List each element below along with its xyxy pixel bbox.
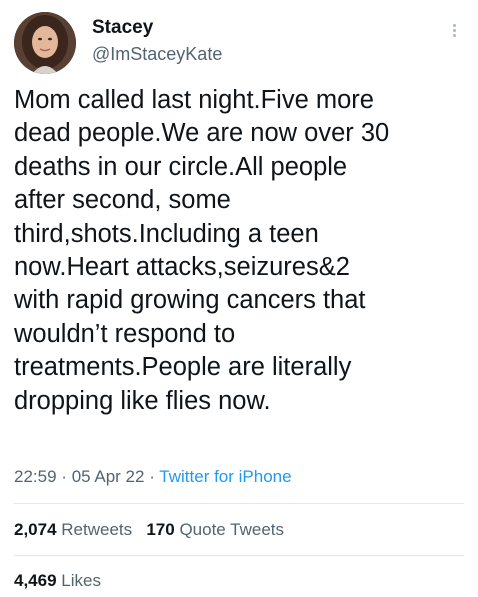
more-options-icon[interactable] (444, 22, 464, 42)
tweet-text: Mom called last night.Five more dead peo… (14, 84, 464, 418)
tweet-text-line: with rapid growing cancers that (14, 286, 366, 315)
tweet-date[interactable]: 05 Apr 22 (72, 467, 145, 486)
separator-dot: · (61, 467, 67, 486)
divider (14, 503, 464, 504)
tweet-meta: 22:59 · 05 Apr 22 · Twitter for iPhone (14, 466, 292, 488)
author-handle[interactable]: @ImStaceyKate (92, 42, 222, 66)
tweet-text-line: deaths in our circle.All people (14, 152, 348, 181)
divider (14, 555, 464, 556)
tweet-source-link[interactable]: Twitter for iPhone (159, 467, 291, 486)
quote-tweets-count: 170 (146, 520, 175, 539)
tweet-text-line: after second, some (14, 186, 231, 215)
separator-dot: · (149, 467, 155, 486)
quote-tweets-link[interactable]: 170 Quote Tweets (146, 520, 284, 539)
likes-link[interactable]: 4,469 Likes (14, 571, 101, 590)
retweet-stats: 2,074 Retweets 170 Quote Tweets (14, 519, 284, 541)
tweet-header: Stacey @ImStaceyKate (14, 12, 464, 76)
tweet-text-line: Mom called last night.Five more (14, 86, 374, 114)
tweet-time[interactable]: 22:59 (14, 467, 57, 486)
tweet-text-line: third,shots.Including a teen (14, 219, 319, 248)
quote-tweets-label: Quote Tweets (179, 520, 285, 539)
author-names: Stacey @ImStaceyKate (92, 16, 222, 66)
avatar-image (14, 12, 76, 74)
likes-count: 4,469 (14, 571, 57, 590)
tweet-text-line: wouldn’t respond to (14, 319, 236, 348)
tweet-text-line: treatments.People are literally (14, 353, 352, 382)
likes-stats: 4,469 Likes (14, 570, 101, 592)
tweet-text-line: now.Heart attacks,seizures&2 (14, 253, 350, 282)
retweets-count: 2,074 (14, 520, 57, 539)
author-display-name[interactable]: Stacey (92, 16, 222, 40)
avatar[interactable] (14, 12, 76, 74)
likes-label: Likes (61, 571, 101, 590)
tweet-text-line: dead people.We are now over 30 (14, 119, 390, 148)
tweet-text-line: dropping like flies now. (14, 386, 271, 415)
retweets-link[interactable]: 2,074 Retweets (14, 520, 132, 539)
tweet-card: Stacey @ImStaceyKate Mom called last nig… (0, 0, 478, 597)
retweets-label: Retweets (61, 520, 133, 539)
